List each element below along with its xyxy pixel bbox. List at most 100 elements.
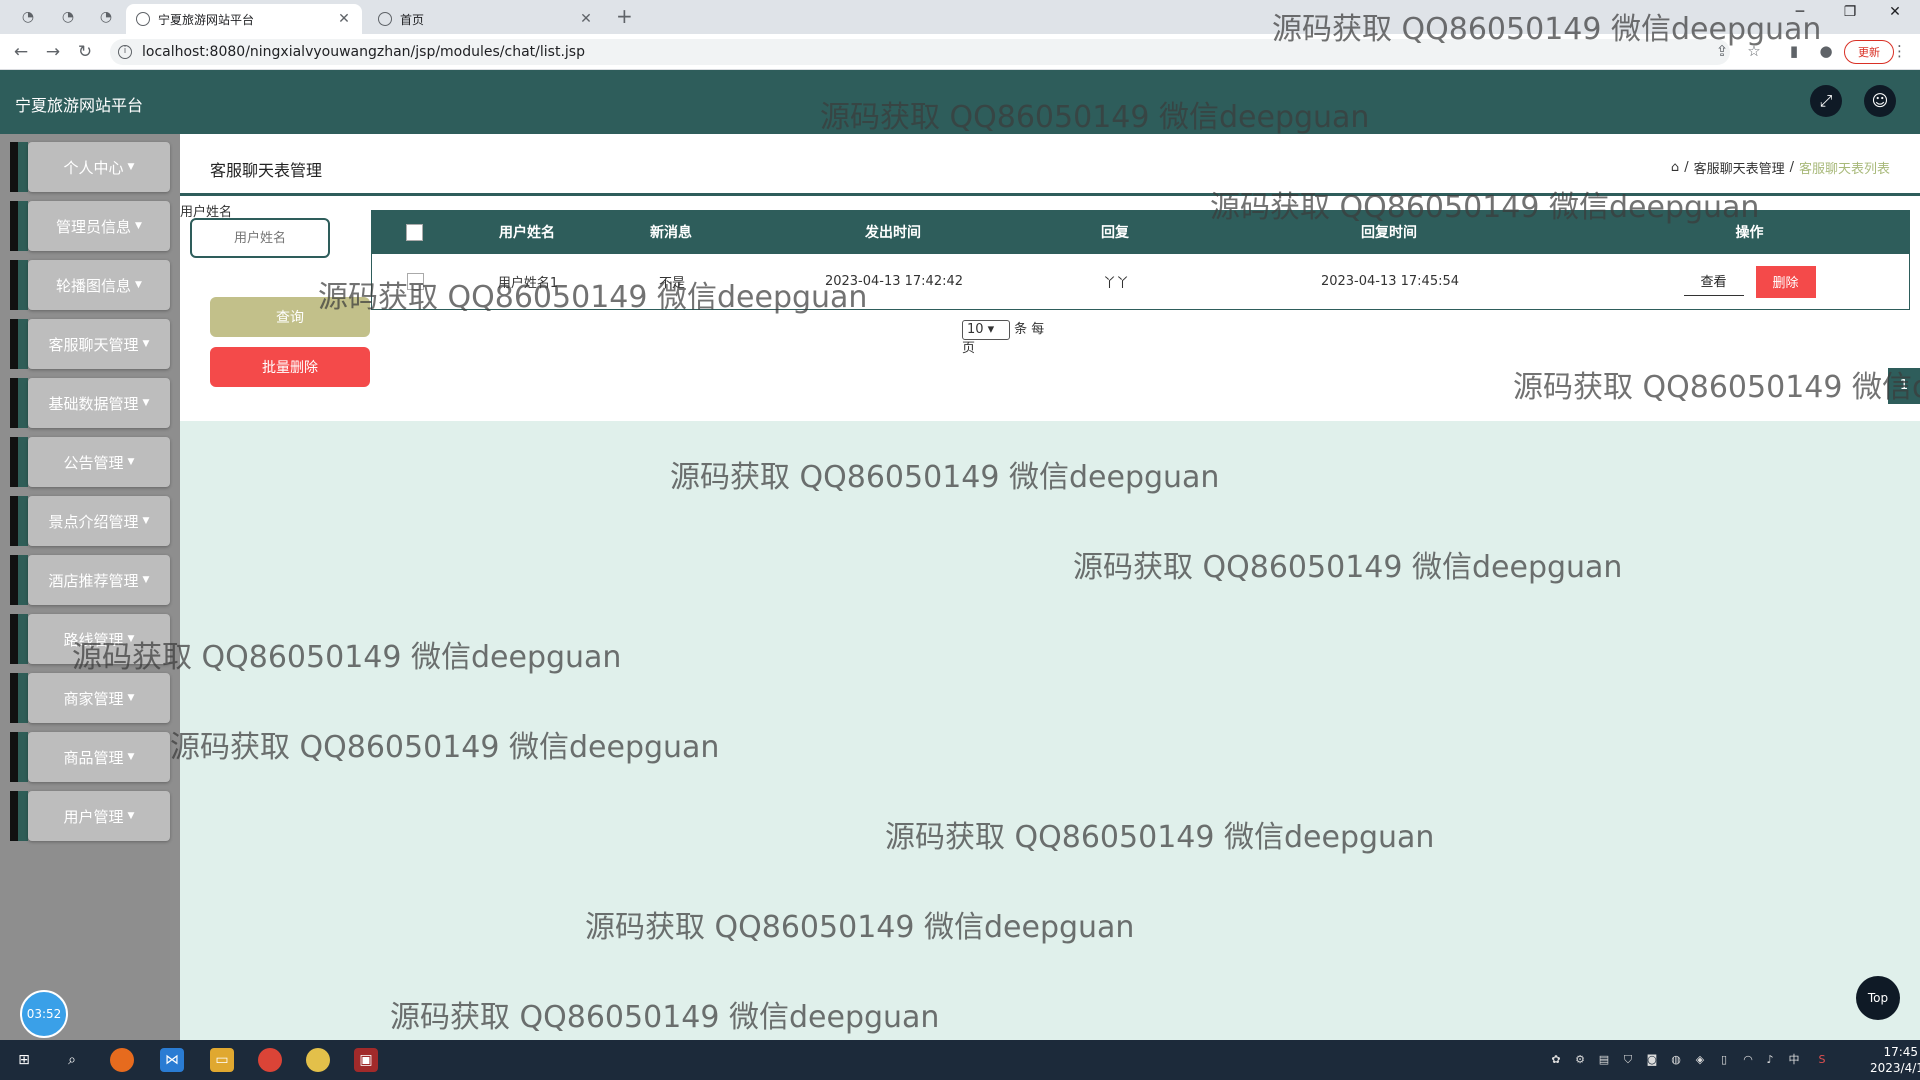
user-avatar-icon[interactable]: ☺ — [1864, 85, 1896, 117]
app-title: 宁夏旅游网站平台 — [15, 96, 144, 115]
column-header: 发出时间 — [865, 225, 921, 241]
watermark: 源码获取 QQ86050149 微信deepguan — [170, 730, 720, 765]
tray-icon[interactable]: ⚙ — [1572, 1052, 1588, 1068]
shield-icon[interactable]: ⛉ — [1620, 1052, 1636, 1068]
pagination: 10 ▾ 条 每页 — [962, 320, 1052, 358]
volume-icon[interactable]: ♪ — [1762, 1052, 1778, 1068]
tab-favicon-icon — [136, 12, 150, 26]
sidebar-item-goods[interactable]: 商品管理 ▼ — [10, 732, 170, 782]
tray-icon[interactable]: ▤ — [1596, 1052, 1612, 1068]
taskbar: ⊞ ⌕ ⋈ ▭ ▣ ✿ ⚙ ▤ ⛉ ◙ ◍ ◈ ▯ ◠ ♪ 中 S 17:45 … — [0, 1040, 1920, 1080]
site-info-icon[interactable]: i — [118, 45, 132, 59]
batch-delete-button[interactable]: 批量删除 — [210, 347, 370, 387]
watermark: 源码获取 QQ86050149 微信deepguan — [1210, 190, 1760, 225]
sidebar-item-label: 轮播图信息 — [56, 276, 132, 295]
tray-icon[interactable]: ✿ — [1548, 1052, 1564, 1068]
home-icon[interactable]: ⌂ — [1671, 160, 1679, 175]
clock-badge[interactable]: 03:52 — [20, 990, 68, 1038]
sidebar-item-merchant[interactable]: 商家管理 ▼ — [10, 673, 170, 723]
delete-button[interactable]: 删除 — [1755, 265, 1816, 298]
wifi-icon[interactable]: ◠ — [1740, 1052, 1756, 1068]
tray-icon[interactable]: ◍ — [1668, 1052, 1684, 1068]
breadcrumb-parent[interactable]: 客服聊天表管理 — [1694, 158, 1785, 177]
tab-close-icon[interactable]: ✕ — [578, 11, 594, 27]
restore-icon[interactable]: ❐ — [1830, 4, 1870, 20]
caret-down-icon: ▼ — [142, 398, 150, 408]
sidebar-item-label: 基础数据管理 — [48, 394, 139, 413]
sidebar-item-basic-data[interactable]: 基础数据管理 ▼ — [10, 378, 170, 428]
watermark: 源码获取 QQ86050149 微信deepguan — [318, 280, 868, 315]
caret-down-icon: ▼ — [142, 575, 150, 585]
sidebar-item-label: 商家管理 — [63, 689, 124, 708]
fullscreen-icon[interactable]: ⤢ — [1810, 85, 1842, 117]
pinned-tab-icon[interactable]: ◔ — [92, 6, 120, 28]
tab-title: 首页 — [400, 12, 425, 27]
watermark: 源码获取 QQ86050149 微信deepguan — [820, 100, 1370, 135]
browser-tab[interactable]: 首页 ✕ — [368, 4, 604, 34]
sidebar-item-carousel[interactable]: 轮播图信息 ▼ — [10, 260, 170, 310]
cell-reply: 丫丫 — [1102, 276, 1129, 291]
caret-down-icon: ▼ — [142, 339, 150, 349]
windows-start-icon[interactable]: ⊞ — [12, 1048, 36, 1072]
caret-down-icon: ▼ — [127, 811, 135, 821]
new-tab-button[interactable]: + — [616, 4, 633, 28]
sidebar-item-label: 商品管理 — [63, 748, 124, 767]
breadcrumb-current: 客服聊天表列表 — [1798, 162, 1890, 177]
watermark: 源码获取 QQ86050149 微信deepguan — [670, 460, 1220, 495]
vscode-icon[interactable]: ⋈ — [160, 1048, 184, 1072]
column-header: 用户姓名 — [499, 225, 555, 241]
back-to-top-button[interactable]: Top — [1856, 976, 1900, 1020]
battery-icon[interactable]: ▯ — [1716, 1052, 1732, 1068]
caret-down-icon: ▼ — [142, 516, 150, 526]
watermark: 源码获取 QQ86050149 微信deepguan — [885, 820, 1435, 855]
sidebar-item-label: 管理员信息 — [56, 217, 132, 236]
clock-time: 17:45 — [1883, 1045, 1919, 1059]
column-header: 新消息 — [650, 225, 692, 241]
sidebar-item-personal-center[interactable]: 个人中心 ▼ — [10, 142, 170, 192]
sidebar-item-label: 公告管理 — [63, 453, 124, 472]
column-header: 回复 — [1101, 225, 1129, 241]
caret-down-icon: ▼ — [135, 221, 142, 231]
sidebar-item-label: 景点介绍管理 — [48, 512, 139, 531]
sidebar-item-label: 用户管理 — [63, 807, 124, 826]
watermark: 源码获取 QQ86050149 微信deepguan — [585, 910, 1135, 945]
reload-icon[interactable]: ↻ — [74, 41, 96, 63]
forward-icon[interactable]: → — [42, 41, 64, 63]
watermark: 源码获取 QQ86050149 微信deepguan — [390, 1000, 940, 1035]
sidebar-item-notice[interactable]: 公告管理 ▼ — [10, 437, 170, 487]
page-size-select[interactable]: 10 ▾ — [962, 320, 1010, 340]
sidebar-item-scenic[interactable]: 景点介绍管理 ▼ — [10, 496, 170, 546]
tray-icon[interactable]: ◈ — [1692, 1052, 1708, 1068]
pinned-tab-icon[interactable]: ◔ — [14, 6, 42, 28]
breadcrumb: ⌂ / 客服聊天表管理 / 客服聊天表列表 — [1670, 158, 1890, 177]
watermark: 源码获取 QQ86050149 微信deepguan — [1513, 370, 1920, 405]
search-icon[interactable]: ⌕ — [60, 1048, 84, 1072]
user-name-search-input[interactable] — [190, 218, 330, 258]
back-icon[interactable]: ← — [10, 41, 32, 63]
close-window-icon[interactable]: ✕ — [1875, 4, 1915, 20]
tab-close-icon[interactable]: ✕ — [336, 11, 352, 27]
taskbar-clock[interactable]: 17:45 2023/4/13 — [1870, 1044, 1920, 1076]
watermark: 源码获取 QQ86050149 微信deepguan — [72, 640, 622, 675]
pinned-tab-icon[interactable]: ◔ — [54, 6, 82, 28]
sidebar: 个人中心 ▼ 管理员信息 ▼ 轮播图信息 ▼ 客服聊天管理 ▼ 基础数据管理 ▼ 公告管理… — [0, 134, 180, 1040]
tab-title: 宁夏旅游网站平台 — [158, 12, 255, 27]
intellij-icon[interactable]: ▣ — [354, 1048, 378, 1072]
sidebar-item-hotel[interactable]: 酒店推荐管理 ▼ — [10, 555, 170, 605]
sidebar-item-admin-info[interactable]: 管理员信息 ▼ — [10, 201, 170, 251]
app-icon[interactable] — [306, 1048, 330, 1072]
file-explorer-icon[interactable]: ▭ — [210, 1048, 234, 1072]
browser-tab-active[interactable]: 宁夏旅游网站平台 ✕ — [126, 4, 362, 34]
chrome-icon[interactable] — [258, 1048, 282, 1072]
sidebar-item-users[interactable]: 用户管理 ▼ — [10, 791, 170, 841]
caret-down-icon: ▼ — [127, 457, 135, 467]
select-all-checkbox[interactable] — [405, 223, 423, 241]
view-button[interactable]: 查看 — [1683, 265, 1744, 296]
menu-icon[interactable]: ⋮ — [1892, 42, 1907, 60]
update-button[interactable]: 更新 — [1844, 40, 1894, 64]
sidebar-item-chat[interactable]: 客服聊天管理 ▼ — [10, 319, 170, 369]
firefox-icon[interactable] — [110, 1048, 134, 1072]
ime-indicator[interactable]: 中 — [1786, 1052, 1802, 1068]
tray-icon[interactable]: ◙ — [1644, 1052, 1660, 1068]
tray-icon[interactable]: S — [1814, 1052, 1830, 1068]
